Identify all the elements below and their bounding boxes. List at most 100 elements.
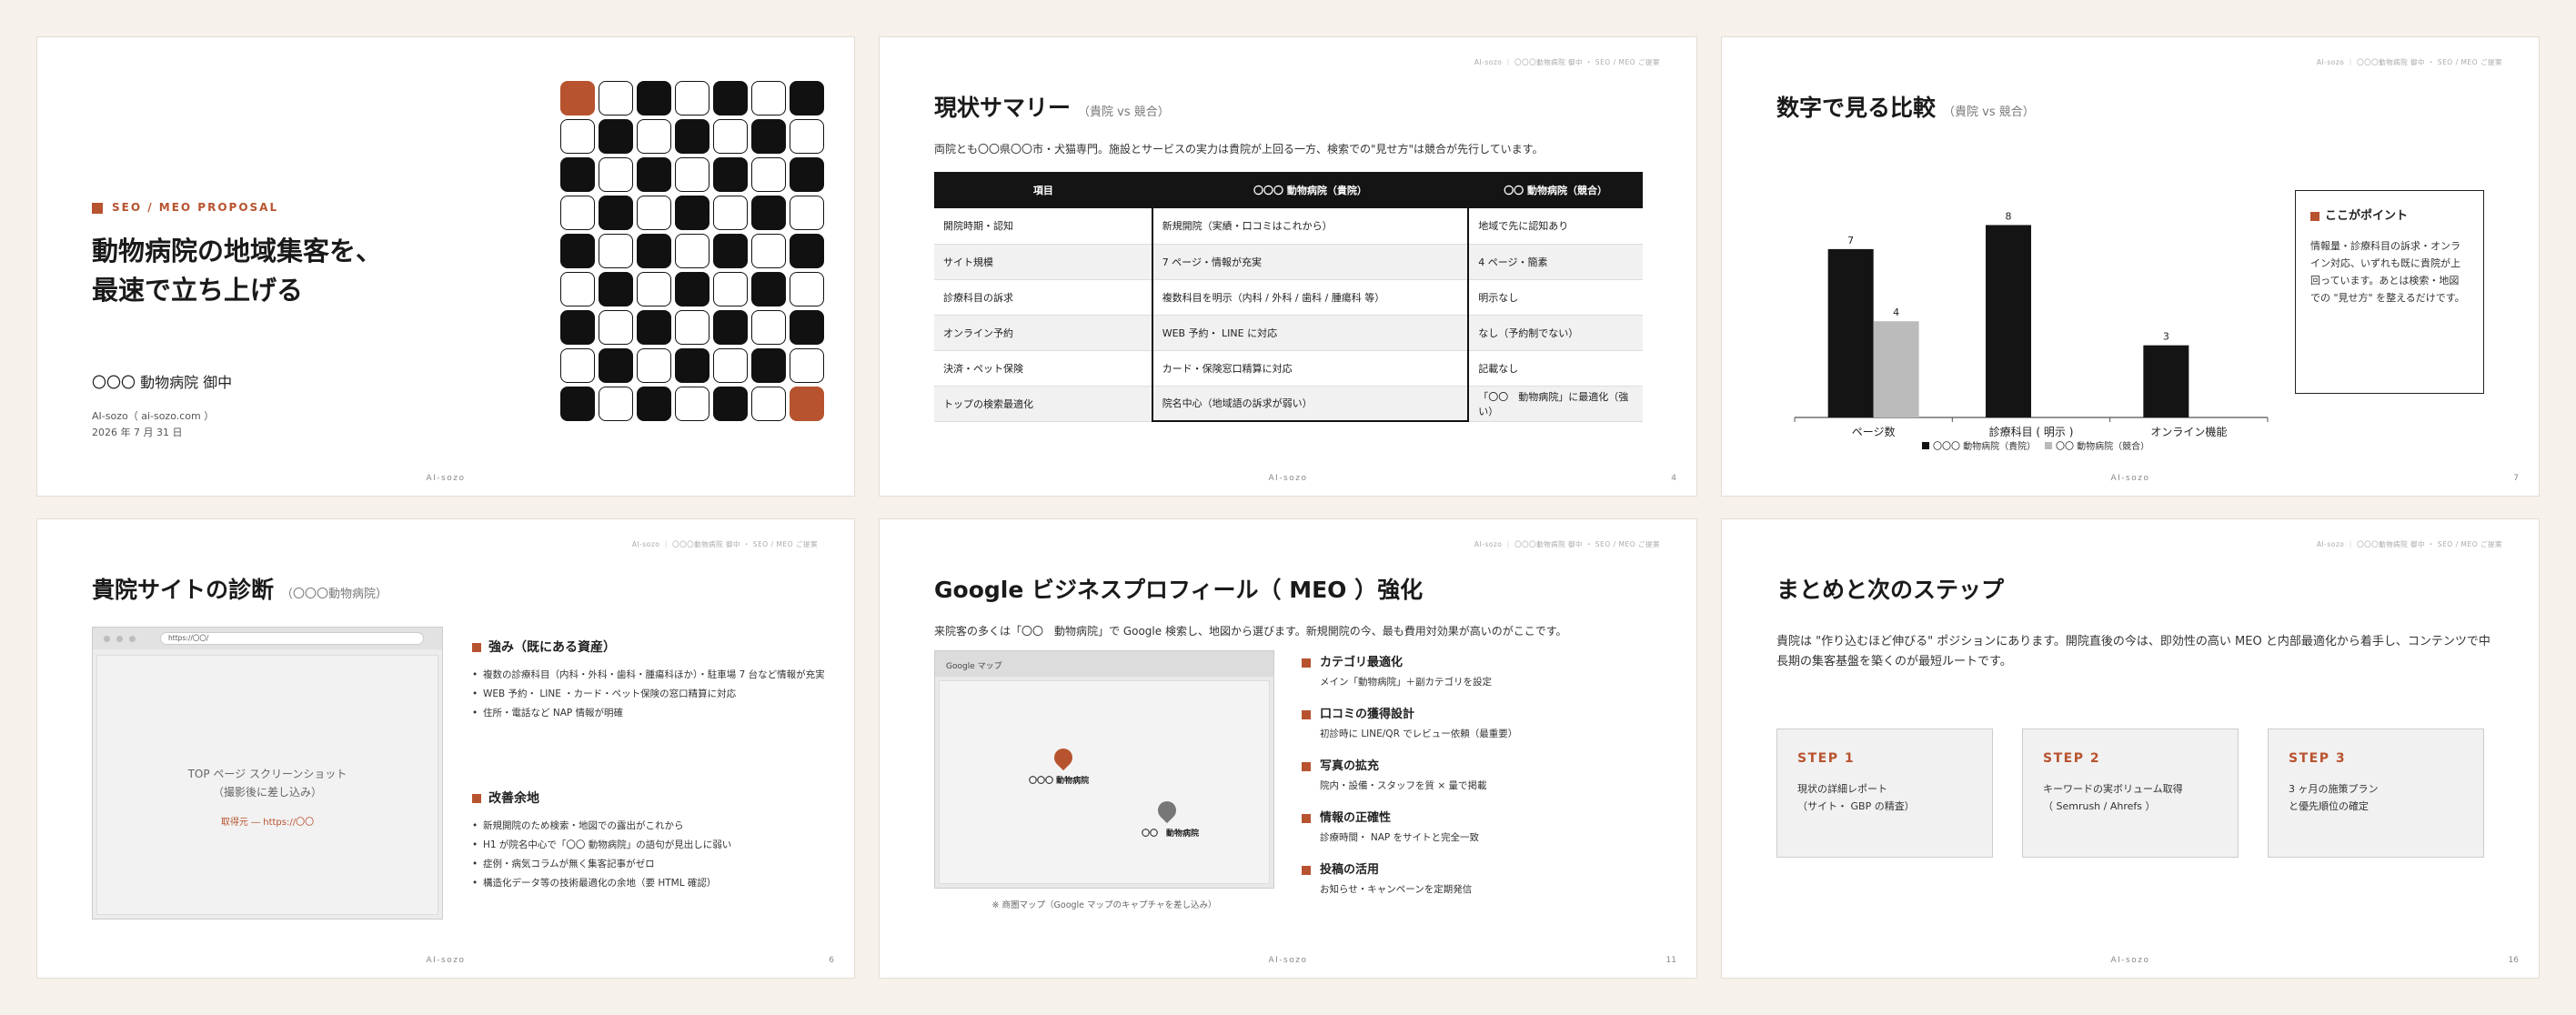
grid-tile — [790, 272, 824, 307]
grid-tile — [599, 310, 633, 345]
window-dot-icon — [129, 636, 136, 642]
meo-list: カテゴリ最適化 メイン「動物病院」＋副カテゴリを設定口コミの獲得設計初診時に LI… — [1302, 652, 1684, 911]
slide-cover[interactable]: SEO / MEO PROPOSAL 動物病院の地域集客を、 最速で立ち上げる … — [36, 36, 855, 497]
cover-title: 動物病院の地域集客を、 最速で立ち上げる — [92, 236, 383, 306]
grid-tile — [790, 81, 824, 116]
slide-header: AI-sozo ｜ 〇〇〇動物病院 御中 ・ SEO / MEO ご提案 — [2316, 58, 2502, 66]
grid-tile — [675, 196, 709, 230]
step-card: STEP 2 キーワードの実ボリューム取得（ Semrush / Ahrefs … — [2022, 729, 2239, 858]
pin-label-competitor: 〇〇 動物病院 — [1142, 829, 1200, 839]
table-cell: オンライン予約 — [934, 315, 1152, 351]
browser-mockup: https://〇〇/ TOP ページ スクリーンショット （撮影後に差し込み）… — [92, 627, 443, 920]
list-item: 症例・病気コラムが無く集客記事がゼロ — [472, 858, 836, 871]
list-item: 住所・電話など NAP 情報が明確 — [472, 707, 836, 720]
bar-0-2 — [2143, 345, 2189, 417]
grid-tile — [790, 234, 824, 268]
grid-tile — [675, 310, 709, 345]
window-dot-icon — [104, 636, 110, 642]
meo-item-desc: 院内・設備・スタッフを質 × 量で掲載 — [1320, 780, 1487, 791]
grid-tile — [713, 348, 748, 383]
meo-item-desc: お知らせ・キャンペーンを定期発信 — [1320, 884, 1473, 895]
meo-item: 写真の拡充院内・設備・スタッフを質 × 量で掲載 — [1302, 756, 1684, 792]
grid-tile — [675, 272, 709, 307]
accent-square-icon — [1302, 658, 1311, 668]
grid-tile — [560, 310, 595, 345]
grid-tile — [751, 310, 786, 345]
grid-tile — [675, 81, 709, 116]
table-row: トップの検索最適化 院名中心（地域語の訴求が弱い） 「〇〇 動物病院」に最適化（強い… — [934, 386, 1643, 422]
accent-square-icon — [1302, 813, 1311, 823]
slide-title: Google ビジネスプロフィール（ MEO ）強化 — [934, 577, 1424, 603]
grid-tile — [599, 387, 633, 421]
table-cell: 4 ページ・簡素 — [1468, 244, 1643, 280]
slide-meo[interactable]: AI-sozo ｜ 〇〇〇動物病院 御中 ・ SEO / MEO ご提案 Goo… — [879, 518, 1697, 979]
grid-tile — [790, 157, 824, 192]
table-cell: 院名中心（地域語の訴求が弱い） — [1151, 386, 1470, 422]
grid-tile — [713, 387, 748, 421]
slide-title: 貴院サイトの診断 （〇〇〇動物病院） — [92, 577, 388, 603]
grid-tile — [675, 119, 709, 154]
page-number: 11 — [1665, 956, 1676, 965]
x-tick-label: ページ数 — [1852, 425, 1896, 438]
comparison-bar-chart: 7 4 ページ数 8 診療科目 ( 明示 ) 3 オンライン機能〇〇〇 動物病院（貴院） 〇〇… — [1794, 210, 2269, 452]
proposal-tag: SEO / MEO PROPOSAL — [92, 201, 278, 214]
grid-tile — [751, 196, 786, 230]
map-mockup: Google マップ 〇〇〇 動物病院 〇〇 動物病院 — [934, 650, 1274, 889]
grid-tile — [637, 119, 671, 154]
table-cell: 地域で先に認知あり — [1468, 208, 1643, 245]
grid-tile — [560, 272, 595, 307]
grid-tile — [713, 119, 748, 154]
data-label: 8 — [2006, 210, 2012, 222]
slide-title: まとめと次のステップ — [1776, 577, 2005, 603]
data-label: 3 — [2163, 331, 2169, 343]
bar-0-1 — [1986, 225, 2031, 417]
meo-item-title: 写真の拡充 — [1320, 759, 1380, 773]
table-cell: トップの検索最適化 — [934, 386, 1152, 422]
slide-diagnosis[interactable]: AI-sozo ｜ 〇〇〇動物病院 御中 ・ SEO / MEO ご提案 貴院サ… — [36, 518, 855, 979]
grid-tile — [599, 196, 633, 230]
grid-tile — [751, 348, 786, 383]
grid-tile — [713, 234, 748, 268]
meo-item: 口コミの獲得設計初診時に LINE/QR でレビュー依頼（最重要） — [1302, 704, 1684, 740]
grid-tile — [751, 234, 786, 268]
grid-tile — [751, 157, 786, 192]
pin-label-own: 〇〇〇 動物病院 — [1029, 777, 1090, 786]
meo-item-title: 口コミの獲得設計 — [1320, 708, 1415, 721]
grid-tile — [790, 119, 824, 154]
grid-tile — [675, 234, 709, 268]
slide-next-steps[interactable]: AI-sozo ｜ 〇〇〇動物病院 御中 ・ SEO / MEO ご提案 まとめ… — [1721, 518, 2540, 979]
point-box: ここがポイント 情報量・診療科目の訴求・オンライン対応、いずれも既に貴院が上回っ… — [2295, 190, 2484, 394]
x-tick-label: 診療科目 ( 明示 ) — [1989, 425, 2074, 438]
meo-item-desc: 初診時に LINE/QR でレビュー依頼（最重要） — [1320, 729, 1518, 739]
grid-tile — [560, 387, 595, 421]
list-item: 新規開院のため検索・地図での露出がこれから — [472, 819, 836, 833]
meo-item-desc: 診療時間・ NAP をサイトと完全一致 — [1320, 832, 1480, 843]
meo-item: カテゴリ最適化 メイン「動物病院」＋副カテゴリを設定 — [1302, 652, 1684, 688]
client-name: 〇〇〇 動物病院 御中 — [92, 374, 233, 391]
footer-brand: AI-sozo — [426, 956, 466, 965]
grid-tile — [751, 272, 786, 307]
table-row: 診療科目の訴求 複数科目を明示（内科 / 外科 / 歯科 / 腫瘍科 等） 明示なし — [934, 279, 1643, 316]
point-text: 情報量・診療科目の訴求・オンライン対応、いずれも既に貴院が上回っています。あとは… — [2310, 240, 2465, 304]
accent-square-icon — [472, 643, 481, 652]
grid-tile — [637, 81, 671, 116]
grid-tile — [637, 387, 671, 421]
data-label: 7 — [1847, 235, 1854, 246]
meo-item-desc: メイン「動物病院」＋副カテゴリを設定 — [1320, 677, 1492, 688]
grid-tile — [637, 272, 671, 307]
grid-tile — [637, 234, 671, 268]
grid-tile — [637, 196, 671, 230]
slide-header: AI-sozo ｜ 〇〇〇動物病院 御中 ・ SEO / MEO ご提案 — [2316, 540, 2502, 548]
author-info: AI-sozo（ ai-sozo.com ） 2026 年 7 月 31 日 — [92, 410, 215, 438]
table-cell: なし（予約制でない） — [1468, 315, 1643, 351]
meo-item: 投稿の活用 お知らせ・キャンペーンを定期発信 — [1302, 859, 1684, 896]
map-label: Google マップ — [935, 651, 1273, 677]
table-header-cell: 項目 — [934, 172, 1152, 208]
slide-summary[interactable]: AI-sozo ｜ 〇〇〇動物病院 御中 ・ SEO / MEO ご提案 現状サ… — [879, 36, 1697, 497]
slide-chart[interactable]: AI-sozo ｜ 〇〇〇動物病院 御中 ・ SEO / MEO ご提案 数字で… — [1721, 36, 2540, 497]
url-bar: https://〇〇/ — [160, 632, 424, 645]
grid-tile — [713, 157, 748, 192]
grid-tile — [599, 81, 633, 116]
slide-title: 数字で見る比較 （貴院 vs 競合） — [1776, 95, 2035, 121]
grid-tile — [560, 81, 595, 116]
